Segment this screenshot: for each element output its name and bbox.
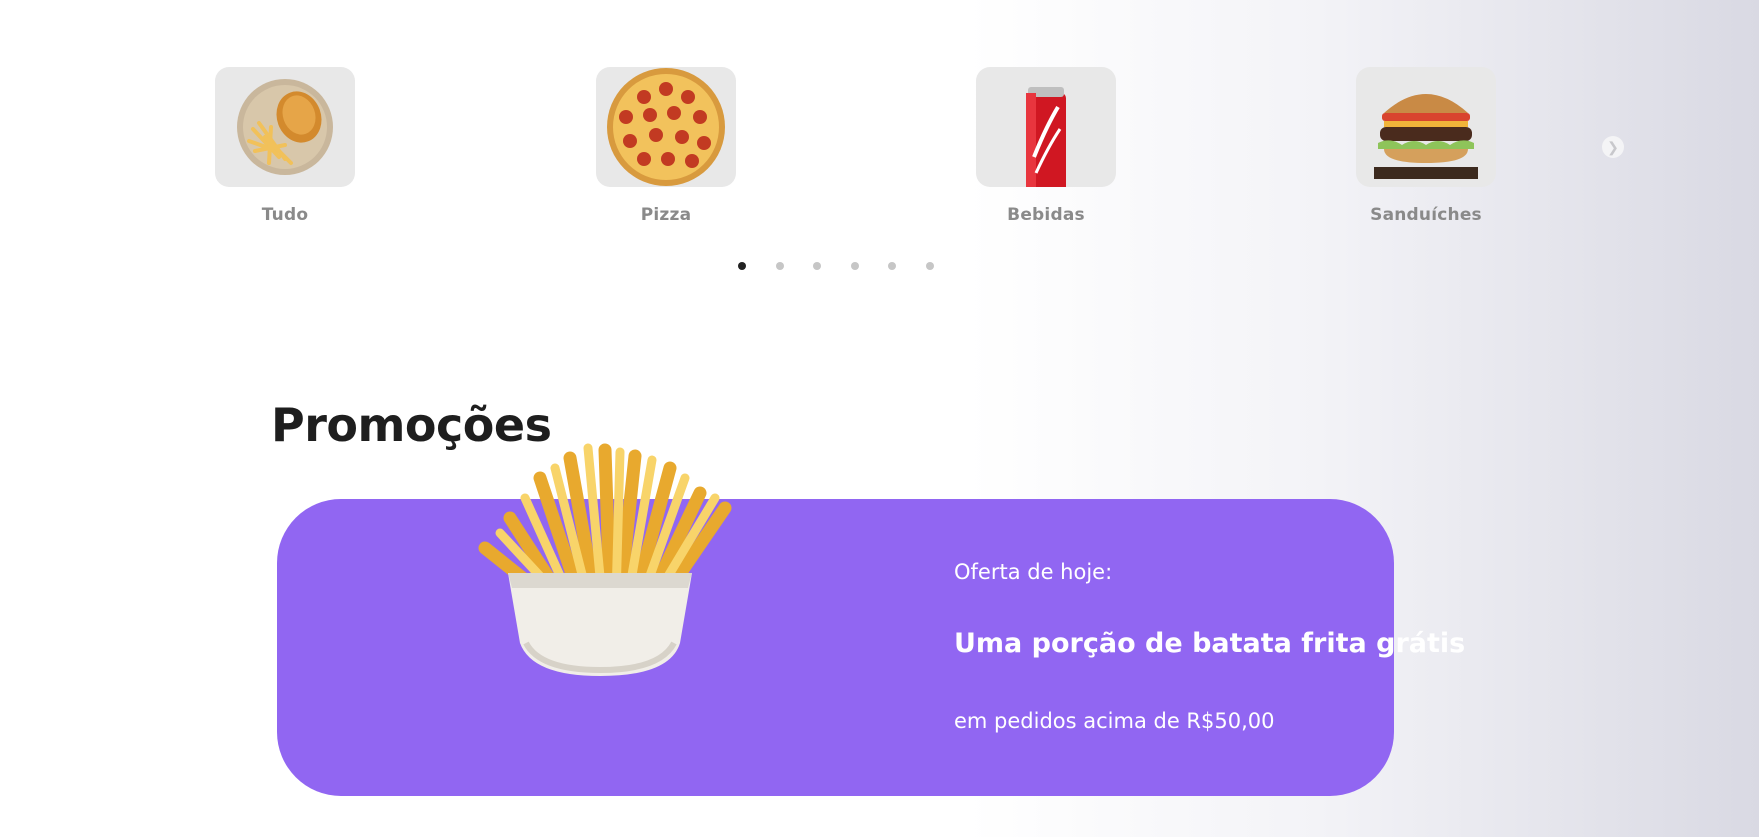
carousel-pagination (738, 262, 934, 270)
carousel-next-button[interactable]: ❯ (1602, 136, 1624, 158)
pagination-dot[interactable] (888, 262, 896, 270)
category-thumb (976, 67, 1116, 187)
pagination-dot[interactable] (738, 262, 746, 270)
category-carousel: Tudo Pizza Bebidas Sanduíches ❯ (0, 0, 1759, 290)
fries-plate-icon (237, 79, 333, 175)
category-label: Tudo (261, 205, 309, 225)
pagination-dot[interactable] (850, 262, 859, 270)
pizza-icon (607, 68, 725, 186)
category-label: Bebidas (1007, 205, 1085, 225)
category-sanduiches[interactable]: Sanduíches (1356, 67, 1496, 225)
french-fries-icon (478, 443, 732, 676)
category-thumb (596, 67, 736, 187)
soda-can-icon (1026, 87, 1066, 187)
promo-headline: Uma porção de batata frita grátis (954, 628, 1466, 659)
pagination-dot[interactable] (813, 262, 821, 270)
promo-banner[interactable]: Oferta de hoje: Uma porção de batata fri… (277, 499, 1465, 796)
chevron-right-icon: ❯ (1607, 139, 1619, 155)
promo-kicker: Oferta de hoje: (954, 560, 1113, 584)
category-tudo[interactable]: Tudo (215, 67, 355, 225)
burger-icon (1374, 94, 1478, 179)
category-bebidas[interactable]: Bebidas (976, 67, 1116, 225)
category-label: Sanduíches (1370, 205, 1482, 225)
category-pizza[interactable]: Pizza (596, 67, 736, 225)
category-thumb (1356, 67, 1496, 187)
category-thumb (215, 67, 355, 187)
pagination-dot[interactable] (775, 262, 784, 270)
promo-subtext: em pedidos acima de R$50,00 (954, 709, 1275, 733)
category-label: Pizza (640, 205, 692, 225)
pagination-dot[interactable] (925, 262, 934, 270)
